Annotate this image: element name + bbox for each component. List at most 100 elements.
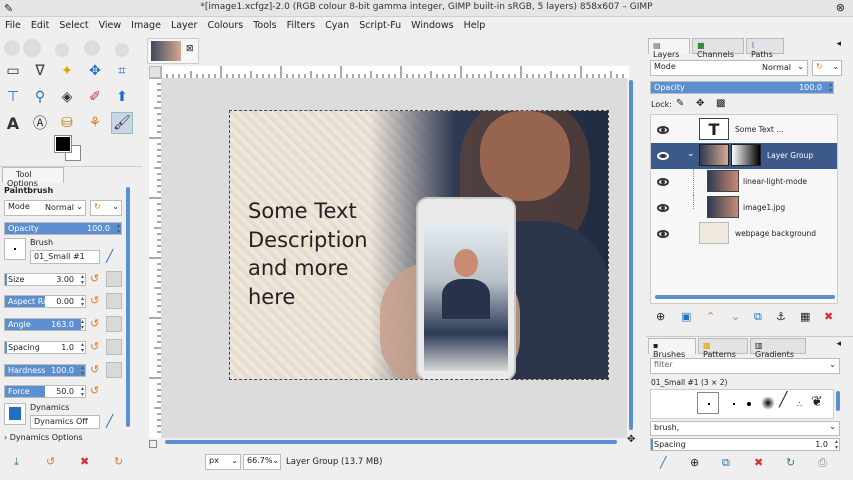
chain-button[interactable] <box>106 362 122 378</box>
chain-button[interactable] <box>106 271 122 287</box>
save-options-icon[interactable]: ⤓ <box>14 455 19 469</box>
visibility-eye-icon[interactable] <box>657 230 669 238</box>
lock-alpha-icon[interactable]: ▩ <box>716 98 725 109</box>
healing-icon[interactable]: ⬆ <box>111 86 133 108</box>
paint-select-icon[interactable]: ◈ <box>56 86 78 108</box>
new-layer-icon[interactable]: ⊕ <box>656 310 665 323</box>
hardness-slider[interactable]: Hardness 100.0 ▴ ▾ <box>4 364 86 377</box>
dynamics-preview[interactable] <box>4 403 26 425</box>
smudge-icon[interactable]: ⚘ <box>84 112 106 134</box>
menu-cyan[interactable]: Cyan <box>320 17 354 34</box>
new-brush-icon[interactable]: ⊕ <box>690 456 699 469</box>
paint-mode-select[interactable]: ↻ ⌄ <box>90 200 122 216</box>
expand-group-icon[interactable]: ⌄ <box>687 149 695 159</box>
spacing-slider[interactable]: Spacing 1.0 ▴ ▾ <box>4 341 86 354</box>
brush-swatch-selected[interactable] <box>697 392 719 414</box>
brush-swatch-soft[interactable] <box>761 396 775 410</box>
warp-icon[interactable]: ⚲ <box>29 86 51 108</box>
horizontal-ruler[interactable] <box>161 66 629 78</box>
edit-brush-icon[interactable]: ╱ <box>106 249 113 263</box>
chain-button[interactable] <box>106 339 122 355</box>
visibility-eye-icon[interactable] <box>657 152 669 160</box>
reset-icon[interactable]: ↺ <box>90 384 99 397</box>
new-group-icon[interactable]: ▣ <box>681 310 691 323</box>
visibility-eye-icon[interactable] <box>657 126 669 134</box>
edit-dynamics-icon[interactable]: ╱ <box>106 414 113 428</box>
menu-select[interactable]: Select <box>54 17 93 34</box>
tab-channels[interactable]: ■ Channels <box>692 38 744 59</box>
move-icon[interactable]: ✥ <box>84 60 106 82</box>
navigate-icon[interactable]: ✥ <box>627 434 635 445</box>
reset-options-icon[interactable]: ↻ <box>114 455 123 468</box>
refresh-brushes-icon[interactable]: ↻ <box>786 456 795 469</box>
clone-icon[interactable]: ✐ <box>84 86 106 108</box>
size-slider[interactable]: Size 3.00 ▴ ▾ <box>4 273 86 286</box>
tab-tool-options[interactable]: Tool Options <box>2 167 64 188</box>
menu-layer[interactable]: Layer <box>166 17 203 34</box>
layer-row[interactable]: webpage background <box>651 221 837 247</box>
tab-brushes[interactable]: ▪ Brushes <box>648 338 696 359</box>
menu-windows[interactable]: Windows <box>406 17 458 34</box>
menu-file[interactable]: File <box>0 17 26 34</box>
dock-menu-icon[interactable]: ◂ <box>836 339 841 349</box>
visibility-eye-icon[interactable] <box>657 178 669 186</box>
menu-view[interactable]: View <box>94 17 127 34</box>
brush-swatch-leaf[interactable]: ❦ <box>811 394 823 410</box>
brush-filter-select[interactable]: filter ⌄ <box>650 358 840 374</box>
layer-mode-select[interactable]: Mode Normal ⌄ <box>650 60 808 76</box>
paintbrush-icon[interactable]: 🖌 <box>111 112 133 134</box>
menu-image[interactable]: Image <box>126 17 166 34</box>
layer-row-selected[interactable]: ⌄ Layer Group <box>651 143 837 169</box>
bucket-fill-icon[interactable]: ⛁ <box>56 112 78 134</box>
close-window-icon[interactable]: ⊗ <box>836 1 845 14</box>
brush-tag-field[interactable]: brush, ⌄ <box>650 421 840 436</box>
vertical-ruler[interactable] <box>149 78 161 438</box>
brush-spacing-slider[interactable]: Spacing 1.0 ▴ ▾ <box>650 438 840 451</box>
aspect-ratio-slider[interactable]: Aspect Ratio 0.00 ▴ ▾ <box>4 295 86 308</box>
delete-layer-icon[interactable]: ✖ <box>824 310 833 323</box>
dock-menu-icon[interactable]: ◂ <box>836 39 841 49</box>
layer-opacity-slider[interactable]: Opacity 100.0 ▴ ▾ <box>650 81 834 94</box>
tab-layers[interactable]: ▤ Layers <box>648 38 690 59</box>
brush-swatch-line[interactable]: ╱ <box>779 392 787 408</box>
lock-pixels-icon[interactable]: ✎ <box>676 98 684 109</box>
opacity-slider[interactable]: Opacity 100.0 ▴ ▾ <box>4 222 122 235</box>
menu-edit[interactable]: Edit <box>26 17 54 34</box>
dynamics-options-expander[interactable]: › Dynamics Options <box>4 433 83 442</box>
duplicate-layer-icon[interactable]: ⧉ <box>754 310 762 324</box>
visibility-eye-icon[interactable] <box>657 204 669 212</box>
brush-name-field[interactable]: 01_Small #1 <box>30 250 100 264</box>
tool-options-scrollbar[interactable] <box>126 187 130 427</box>
reset-icon[interactable]: ↺ <box>90 317 99 330</box>
chain-button[interactable] <box>106 316 122 332</box>
lock-position-icon[interactable]: ✥ <box>696 98 704 109</box>
menu-help[interactable]: Help <box>459 17 491 34</box>
layer-row[interactable]: T Some Text ... <box>651 117 837 143</box>
anchor-layer-icon[interactable]: ⚓ <box>776 310 786 323</box>
tab-gradients[interactable]: ▥ Gradients <box>750 338 806 359</box>
reset-icon[interactable]: ↺ <box>90 363 99 376</box>
layer-row[interactable]: image1.jpg <box>651 195 837 221</box>
image-canvas[interactable]: Some Text Description and more here <box>229 110 609 380</box>
free-select-icon[interactable]: ᐁ <box>29 60 51 82</box>
brush-swatch-dots[interactable]: ∴ <box>797 400 802 409</box>
brush-swatch-small[interactable] <box>747 402 751 406</box>
transform-icon[interactable]: ⊤ <box>2 86 24 108</box>
menu-filters[interactable]: Filters <box>282 17 320 34</box>
brush-swatch-dot[interactable] <box>733 403 735 405</box>
brush-preview[interactable] <box>4 238 26 260</box>
rect-select-icon[interactable]: ▭ <box>2 60 24 82</box>
menu-colours[interactable]: Colours <box>202 17 248 34</box>
tab-paths[interactable]: ⌇ Paths <box>746 38 784 59</box>
zoom-select[interactable]: 66.7% ⌄ <box>243 454 281 470</box>
brush-grid[interactable]: ╱ ∴ ❦ <box>650 389 834 419</box>
canvas-area[interactable]: Some Text Description and more here <box>161 78 627 438</box>
reset-icon[interactable]: ↺ <box>90 340 99 353</box>
horizontal-scrollbar[interactable] <box>165 440 617 444</box>
chain-button[interactable] <box>106 293 122 309</box>
vertical-scrollbar[interactable] <box>629 80 633 430</box>
unit-select[interactable]: px ⌄ <box>205 454 241 470</box>
brush-as-image-icon[interactable]: ⎙ <box>818 456 827 470</box>
menu-script-fu[interactable]: Script-Fu <box>354 17 406 34</box>
restore-options-icon[interactable]: ↺ <box>46 455 55 468</box>
